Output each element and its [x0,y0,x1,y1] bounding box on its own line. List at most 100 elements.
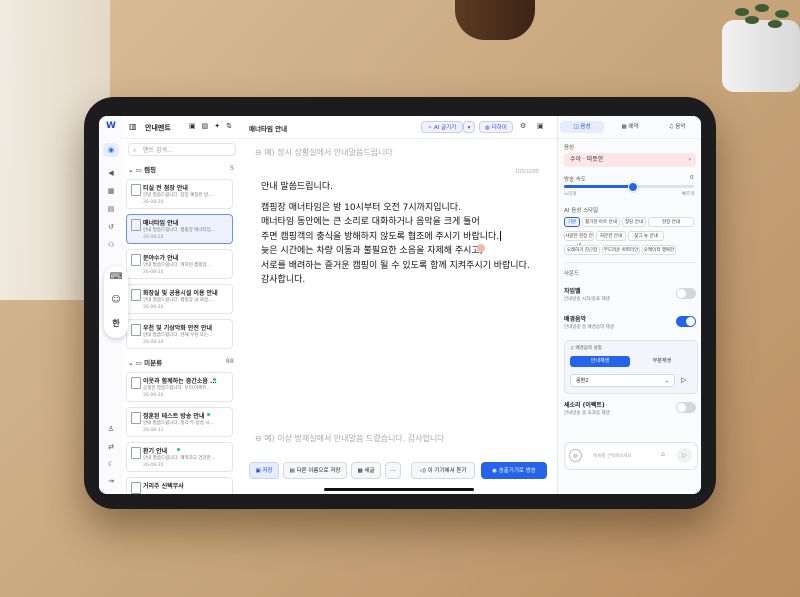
bgm-toggle[interactable] [676,316,696,327]
tab-voice[interactable]: ◫ 음성 [560,121,604,133]
sidebar-toggle-icon[interactable]: ▥ [129,122,137,131]
tab-schedule[interactable]: ▦ 예약 [608,121,652,133]
format-button[interactable]: ▦ 세글 [351,462,381,479]
speed-slider-handle[interactable] [627,182,638,192]
emoji-icon[interactable]: ☺ [104,295,128,305]
style-chip[interactable]: 오래하기 친근함 [564,245,600,255]
bgm-mode-partial[interactable]: 부분재생 [632,356,692,367]
ai-dropdown-button[interactable]: ▾ [463,121,475,133]
translate-icon[interactable]: ⇄ [106,442,116,452]
bgm-mode-full[interactable]: 안내재생 [570,356,630,367]
item-desc: 안내 말씀드립니다. 현재 우천 또는... [143,333,213,338]
list-item[interactable]: 화장실 및 공용시설 이용 안내 안내 말씀드립니다. 캠핑장 내 화장... … [126,284,233,314]
style-chip[interactable]: 활기찬 아트 안내 [582,217,620,227]
app-logo: W [106,121,116,131]
save-as-button[interactable]: ▤ 다른 이름으로 저장 [283,462,347,479]
bgm-track-select[interactable]: 몽환2 ⌄ [570,374,675,387]
broadcast-icon[interactable]: ◉ [103,143,119,157]
tab-label: 음악 [675,124,686,130]
item-title: 거리주 신택무사 [143,483,184,490]
speed-slider[interactable] [564,182,694,192]
style-chip[interactable]: 현장 안내 [648,217,694,227]
chime-desc: 안내방송 시작/종료 재생 [564,297,610,302]
list-item[interactable]: 우천 및 기상악화 안전 안내 안내 말씀드립니다. 현재 우천 또는... 2… [126,319,233,349]
keyboard-icon[interactable]: ⌨ [104,272,128,282]
effect-toggle[interactable] [676,402,696,413]
style-chip[interactable]: 오케이적 행복한 [642,245,676,255]
search-input[interactable]: ⌕ 멘트 검색... [128,143,236,156]
style-chip[interactable]: 차분한 안내 [596,231,626,241]
play-button[interactable]: ▷ [681,376,686,384]
history-icon[interactable]: ↺ [106,222,116,232]
settings-panel: ◫ 음성 ▦ 예약 ♫ 음악 음성 수아 · 따뜻한 › 방송 속도 0 느리게… [557,116,701,494]
style-chip[interactable]: 정당 안내 [622,217,646,227]
voice-select[interactable]: 수아 · 따뜻한 › [564,153,696,167]
database-icon[interactable]: ▤ [106,204,116,214]
voice-record-button[interactable]: ◎ [569,449,582,462]
speed-max-label: 빠르게 [682,192,695,197]
sort-icon[interactable]: ⇅ [226,122,238,130]
list-item[interactable]: 분야수가 안내 안내 말씀드립니다. 캐치된 캠핑장... 26-08-20 [126,249,233,279]
list-item[interactable]: 거리주 신택무사 [126,477,233,494]
announcement-list: ▥ 안내멘트 ▣▨✦⇅ ⌕ 멘트 검색... ⌄ ▭ 캠핑 5 티실 전 점장 … [123,116,242,494]
announcement-text-area[interactable]: 안내 말씀드립니다. 캠핑장 매너타임은 밤 10시부터 오전 7시까지입니다.… [261,180,530,288]
calendar-icon[interactable]: ▦ [106,186,116,196]
style-chip[interactable]: 찾그 뉴 안내 [628,231,664,241]
magic-icon[interactable]: ✦ [214,122,226,130]
home-indicator [324,488,474,491]
send-button[interactable]: ▷ [677,448,692,463]
style-chip[interactable]: 사랑한 현장 안내 [564,231,594,249]
chevron-down-icon: ⌄ [128,166,134,174]
group-header-camping[interactable]: ⌄ ▭ 캠핑 5 [128,164,236,176]
format-label: 세글 [364,468,375,474]
broadcast-button[interactable]: ◉ 송출기기로 방송 [481,462,547,479]
style-section-label: AI 음성 스타일 [564,208,599,214]
more-button[interactable]: ⋯ [385,462,401,479]
document-icon [131,377,141,389]
language-toggle[interactable]: 한 [104,318,128,329]
theme-button[interactable]: ◍ 더하이 [479,121,513,133]
chime-toggle[interactable] [676,288,696,299]
top-prompt-text: 예) 장시 상황실에서 안내말씀드립니다 [264,148,393,157]
style-chip[interactable]: 부드러운 아파리안 [602,245,640,255]
bottom-prompt-field[interactable]: ⊖ 예) 이상 방재실에서 안내말씀 드렸습니다. 감사합니다 [255,433,445,444]
listen-on-device-button[interactable]: ◁) 이 기기에서 듣기 [411,462,475,479]
mic-icon[interactable]: ⌂ [661,451,665,458]
ai-write-label: AI 글기기 [434,125,457,131]
list-item[interactable]: 환기 안내 안내 말씀드립니다. 쾌적하고 건강한... 26-08-20 [126,442,233,472]
style-chip[interactable]: 기본 [564,217,580,227]
list-item-selected[interactable]: 매너타임 안내 안내 말씀드립니다. 캠핑장 매너타임... 26-08-20 [126,214,233,244]
moon-icon[interactable]: ☾ [106,459,116,469]
list-item[interactable]: 티실 전 점장 안내 안녕 말씀드립니다. 잠장 예정된 방... 26-08-… [126,179,233,209]
user-icon[interactable]: ♙ [106,424,116,434]
list-item[interactable]: 이웃과 함께하는 층간소음 ... 공생한 말씀드립니다. 우리 아파트... … [126,372,233,402]
screen-icon[interactable]: ▣ [537,122,544,130]
item-date: 26-08-20 [143,340,164,345]
text-line: 캠핑장 매너타임은 밤 10시부터 오전 7시까지입니다. [261,202,461,213]
save-button[interactable]: ▣ 저장 [249,462,279,479]
save-label: 저장 [262,468,273,474]
folder-plus-icon[interactable]: ▨ [202,122,215,130]
ai-write-button[interactable]: ✧ AI 글기기 [421,121,463,133]
text-line: 감사합니다. [261,275,306,285]
group-header-uncategorized[interactable]: ⌄ ▭ 미분류 88 [128,357,236,369]
more-icon: ⋯ [390,468,396,474]
sound-section-label: 사운드 [564,271,580,277]
people-icon[interactable]: ⚇ [106,240,116,250]
list-item[interactable]: 정훈된 테스트 방송 안내 안내 말씀드립니다. 정각 두 방송 시... 26… [126,407,233,437]
save-as-label: 다른 이름으로 저장 [296,468,341,474]
text-line-with-caret: 주면 캠핑객의 충식을 방해하지 않도록 협조에 주시기 바랍니다. [261,230,530,245]
gear-icon[interactable]: ⚙ [520,122,526,130]
text-line: 안내 말씀드립니다. [261,182,333,192]
item-title: 이웃과 함께하는 층간소음 ... [143,378,217,385]
top-prompt-field[interactable]: ⊖ 예) 장시 상황실에서 안내말씀드립니다 [255,147,393,158]
toggle-knob [677,403,686,412]
logout-icon[interactable]: ⇥ [106,476,116,486]
doc-plus-icon[interactable]: ▣ [189,122,202,130]
folder-icon: ▭ [135,359,142,367]
chevron-down-icon: ▾ [467,125,471,131]
megaphone-icon[interactable]: ◀ [106,168,116,178]
speed-slider-fill [564,185,632,188]
text-line: 서로를 배려하는 즐거운 캠핑이 될 수 있도록 함께 지켜주시기 바랍니다. [261,260,530,271]
tab-music[interactable]: ♫ 음악 [655,121,699,133]
